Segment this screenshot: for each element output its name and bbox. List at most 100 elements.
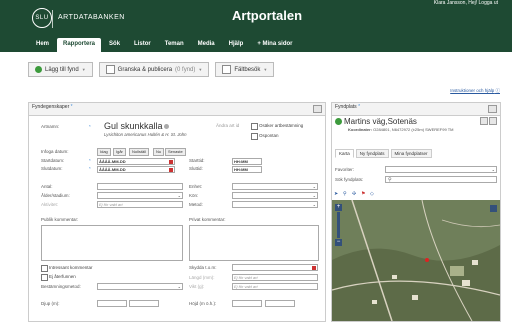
- tab-new-location[interactable]: Ny fyndplats: [355, 149, 389, 158]
- nav-themes[interactable]: Teman: [159, 38, 190, 52]
- panel-title: Fyndplats: [335, 104, 357, 110]
- unspontaneous-label: Ospontan: [259, 133, 279, 138]
- yesterday-button[interactable]: Igår: [113, 148, 126, 156]
- nav-report[interactable]: Rapportera: [57, 38, 102, 52]
- edit-icon[interactable]: [489, 117, 497, 125]
- favorites-select[interactable]: ⌄: [385, 166, 497, 173]
- zoom-search-icon[interactable]: ⚲: [343, 191, 349, 197]
- method-select[interactable]: ⌄: [232, 201, 318, 208]
- weight-input[interactable]: Ej för vald art: [232, 283, 318, 290]
- collapse-icon[interactable]: [313, 105, 322, 113]
- public-comment-textarea[interactable]: [41, 225, 183, 261]
- location-name: Martins väg,Sotenäs: [335, 117, 417, 126]
- collapse-icon[interactable]: [488, 105, 497, 113]
- calendar-icon[interactable]: [169, 168, 173, 172]
- plus-circle-icon: [35, 66, 42, 73]
- end-date-label: Slutdatum:: [41, 166, 63, 171]
- chevron-down-icon: ⌄: [491, 167, 495, 172]
- nav-help[interactable]: Hjälp: [223, 38, 250, 52]
- org-name: ARTDATABANKEN: [58, 14, 125, 21]
- map-toolbar: ➤ ⚲ ✣ ⚑ ◇: [334, 191, 376, 197]
- unspontaneous-checkbox[interactable]: [251, 133, 258, 140]
- now-button[interactable]: Nu: [153, 148, 165, 156]
- slu-logo-icon: SLU: [32, 8, 52, 28]
- layers-icon[interactable]: [490, 205, 497, 212]
- star-icon[interactable]: [480, 117, 488, 125]
- pointer-icon[interactable]: ➤: [334, 191, 340, 197]
- help-link[interactable]: Instruktioner och hjälp ⓘ: [450, 88, 500, 94]
- private-comment-textarea[interactable]: [189, 225, 319, 261]
- age-select[interactable]: ⌄: [97, 192, 183, 199]
- pan-icon[interactable]: ✣: [352, 191, 358, 197]
- report-toolbar: Lägg till fynd ▼ Granska & publicera (0 …: [28, 62, 275, 78]
- not-found-checkbox[interactable]: [41, 274, 48, 281]
- reset-button[interactable]: Nollställ: [129, 148, 150, 156]
- tab-my-locations[interactable]: Mina fyndplatser: [390, 149, 432, 158]
- height-max-input[interactable]: [265, 300, 295, 307]
- satellite-map[interactable]: + −: [332, 200, 500, 321]
- end-date-input[interactable]: ÅÅÅÅ-MM-DD: [97, 166, 175, 173]
- activity-select[interactable]: Ej för vald art: [97, 201, 183, 208]
- length-input[interactable]: Ej för vald art: [232, 274, 318, 281]
- species-name[interactable]: Gul skunkkalla: [104, 121, 169, 131]
- app-title[interactable]: Artportalen: [232, 8, 302, 23]
- nav-media[interactable]: Media: [192, 38, 221, 52]
- add-finding-button[interactable]: Lägg till fynd ▼: [28, 62, 93, 77]
- zoom-slider[interactable]: [337, 212, 340, 238]
- uncertain-checkbox[interactable]: [251, 123, 258, 130]
- count-input[interactable]: [97, 183, 183, 190]
- required-marker: *: [89, 158, 91, 163]
- nav-my-pages[interactable]: + Mina sidor: [251, 38, 298, 52]
- coordinates: Koordinater: O284801, N6472972 (±25m) SW…: [348, 127, 454, 132]
- tab-map[interactable]: Karta: [335, 149, 354, 158]
- nav-search[interactable]: Sök: [103, 38, 126, 52]
- search-location-input[interactable]: ⚲: [385, 176, 497, 183]
- start-date-label: Startdatum:: [41, 158, 65, 163]
- chevron-down-icon: ▼: [81, 67, 86, 72]
- depth-min-input[interactable]: [97, 300, 127, 307]
- pin-icon[interactable]: ⚑: [361, 191, 367, 197]
- unit-select[interactable]: ⌄: [232, 183, 318, 190]
- height-min-input[interactable]: [232, 300, 262, 307]
- review-publish-button[interactable]: Granska & publicera (0 fynd) ▼: [98, 62, 210, 77]
- coords-value: O284801, N6472972 (±25m) SWEREF99 TM: [373, 127, 454, 132]
- calendar-icon[interactable]: [169, 160, 173, 164]
- species-latin: Lysichiton americanus Hultén & H. St. Jo…: [104, 132, 187, 137]
- change-species-link[interactable]: Ändra art id: [216, 123, 239, 128]
- location-actions: [480, 117, 497, 125]
- favorites-label: Favoriter:: [335, 167, 355, 172]
- length-label: Längd (mm):: [189, 275, 215, 280]
- calendar-icon[interactable]: [312, 266, 316, 270]
- panel-title: Fyndegenskaper: [32, 104, 70, 110]
- start-time-input[interactable]: HH:MM: [232, 158, 262, 165]
- protect-date-input[interactable]: [232, 264, 318, 271]
- review-publish-label: Granska & publicera: [117, 66, 173, 73]
- private-comment-label: Privat kommentar:: [189, 217, 226, 222]
- age-label: Ålder/stadium:: [41, 193, 70, 198]
- end-time-input[interactable]: HH:MM: [232, 166, 262, 173]
- nav-home[interactable]: Hem: [30, 38, 55, 52]
- depth-label: Djup (m):: [41, 301, 60, 306]
- start-date-input[interactable]: ÅÅÅÅ-MM-DD: [97, 158, 175, 165]
- sex-select[interactable]: ⌄: [232, 192, 318, 199]
- panel-header: Fyndegenskaper *: [29, 103, 325, 116]
- determination-select[interactable]: ⌄: [97, 283, 183, 290]
- field-visit-button[interactable]: Fältbesök ▼: [215, 62, 275, 77]
- required-marker: *: [70, 104, 73, 110]
- activity-label: Aktivitet:: [41, 202, 59, 207]
- polygon-icon[interactable]: ◇: [370, 191, 376, 197]
- today-button[interactable]: Idag: [97, 148, 111, 156]
- interesting-comment-checkbox[interactable]: [41, 265, 48, 272]
- nav-lists[interactable]: Listor: [128, 38, 157, 52]
- user-links[interactable]: Klara Jansson, Hej! Logga ut: [434, 0, 498, 6]
- zoom-in-button[interactable]: +: [335, 204, 342, 211]
- depth-max-input[interactable]: [129, 300, 159, 307]
- chevron-down-icon: ⌄: [312, 193, 316, 198]
- chevron-down-icon: ⌄: [177, 284, 181, 289]
- location-panel: Fyndplats * Martins väg,Sotenäs Koordina…: [331, 102, 501, 322]
- info-icon[interactable]: [163, 124, 169, 130]
- review-count: (0 fynd): [175, 66, 196, 73]
- location-name-text: Martins väg,Sotenäs: [344, 117, 417, 126]
- zoom-out-button[interactable]: −: [335, 239, 342, 246]
- latest-button[interactable]: Senaste: [165, 148, 186, 156]
